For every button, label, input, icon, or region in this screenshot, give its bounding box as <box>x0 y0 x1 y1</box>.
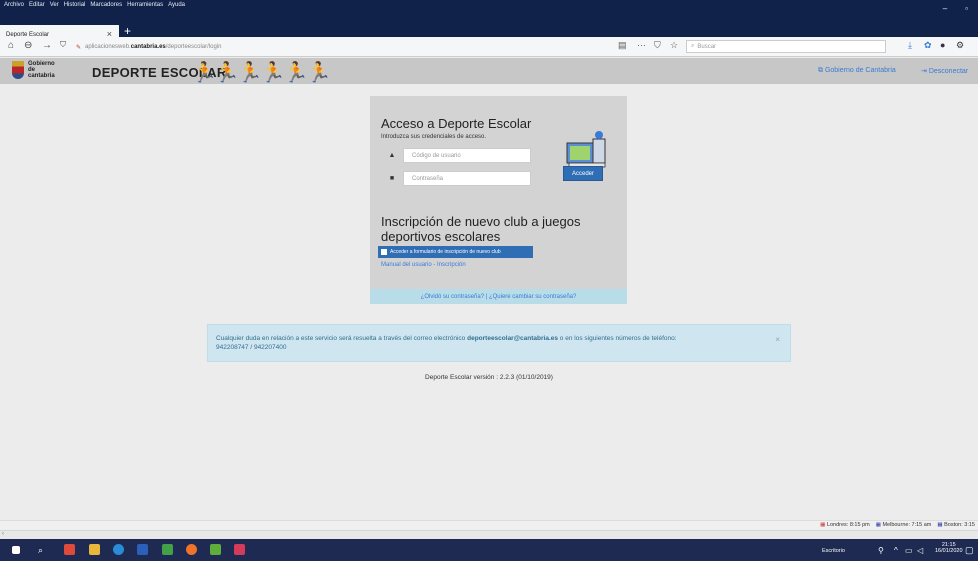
menu-marcadores[interactable]: Marcadores <box>90 2 122 8</box>
pocket-icon[interactable]: ⛉ <box>654 40 661 51</box>
download-icon[interactable]: ⤓ <box>908 40 912 51</box>
taskbar: ⌕ Escritorio ⚲ ^ ▭ ◁ 21:15 16/01/2020 ▢ <box>0 539 978 561</box>
network-icon[interactable]: ▭ <box>905 546 913 555</box>
runners-icon: 🏃🏃🏃🏃🏃🏃 <box>192 62 331 84</box>
url-field[interactable]: ✎ aplicacionesweb. cantabria.es/deportees… <box>76 40 366 54</box>
menu-historial[interactable]: Historial <box>64 2 86 8</box>
app-header: Gobierno de cantabria DEPORTE ESCOLAR 🏃🏃… <box>0 58 978 84</box>
manual-link[interactable]: Manual del usuario - Inscripción <box>381 262 466 268</box>
alert-text-after: o en los siguientes números de teléfono: <box>558 335 677 342</box>
alert-text: Cualquier duda en relación a este servic… <box>216 335 468 342</box>
navigation-bar: ⌂ ⊖ → ⛉ ✎ aplicacionesweb. cantabria.es/d… <box>0 37 978 57</box>
menu-ayuda[interactable]: Ayuda <box>168 2 185 8</box>
external-link-icon: ⧉ <box>818 67 823 74</box>
people-icon[interactable]: ⚲ <box>878 546 884 555</box>
reader-view-icon[interactable]: ▤ <box>618 40 627 51</box>
version-text: Deporte Escolar versión : 2.2.3 (01/10/2… <box>425 374 553 381</box>
lock-icon: ■ <box>389 175 395 182</box>
form-icon <box>381 249 387 255</box>
shield-icon[interactable]: ⛉ <box>60 40 66 50</box>
windows-start-icon[interactable] <box>12 546 20 554</box>
username-field: ▲ Código de usuario <box>381 148 531 163</box>
forward-icon[interactable]: → <box>42 40 52 51</box>
clock-melbourne: ▦ Melbourne: 7:15 am <box>875 522 932 528</box>
app-icon-red[interactable] <box>234 544 245 555</box>
volume-icon[interactable]: ◁ <box>917 546 923 555</box>
edge-icon[interactable] <box>113 544 124 555</box>
au-flag-icon: ▦ <box>875 522 881 528</box>
world-clocks: ▦ Londres: 8:15 pm ▦ Melbourne: 7:15 am … <box>820 522 975 528</box>
info-alert: Cualquier duda en relación a este servic… <box>207 324 791 362</box>
panel-footer: ¿Olvidó su contraseña? | ¿Quiere cambiar… <box>370 289 627 304</box>
menu-editar[interactable]: Editar <box>29 2 45 8</box>
us-flag-icon: ▦ <box>937 522 943 528</box>
notifications-icon[interactable]: ▢ <box>965 545 974 556</box>
new-tab-icon[interactable]: + <box>124 24 131 38</box>
app-icon-leaf[interactable] <box>210 544 221 555</box>
bookmark-star-icon[interactable]: ☆ <box>670 40 678 51</box>
inscripcion-button[interactable]: Acceder a formulario de inscripción de n… <box>378 246 533 258</box>
home-icon[interactable]: ⌂ <box>8 40 14 51</box>
search-icon[interactable]: ⌕ <box>38 545 43 556</box>
insecure-lock-icon: ✎ <box>76 44 82 51</box>
search-placeholder: Buscar <box>697 43 717 50</box>
horizontal-scrollbar[interactable]: ‹ <box>0 530 978 539</box>
url-path: /deporteescolar/login <box>165 44 222 50</box>
firefox-icon[interactable] <box>186 544 197 555</box>
url-domain: cantabria.es <box>130 44 166 50</box>
search-icon: ⌕ <box>691 43 695 49</box>
settings-icon[interactable]: ⚙ <box>956 40 964 51</box>
acceder-button[interactable]: Acceder <box>563 166 603 181</box>
gobierno-cantabria-logo[interactable]: Gobierno de cantabria <box>12 61 55 79</box>
tray-chevron-icon[interactable]: ^ <box>894 546 898 555</box>
clock-londres: ▦ Londres: 8:15 pm <box>820 522 870 528</box>
computer-icon <box>566 131 606 168</box>
password-input[interactable]: Contraseña <box>403 171 531 186</box>
login-panel: Acceso a Deporte Escolar Introduzca sus … <box>370 96 627 304</box>
user-icon: ▲ <box>388 152 396 159</box>
login-hint: Introduzca sus credenciales de acceso. <box>381 134 487 140</box>
desconectar-link[interactable]: ⇥ Desconectar <box>921 67 968 75</box>
menu-archivo[interactable]: Archivo <box>4 2 24 8</box>
password-field: ■ Contraseña <box>381 171 531 186</box>
menu-bar: Archivo Editar Ver Historial Marcadores … <box>0 0 978 10</box>
app-icon-green[interactable] <box>162 544 173 555</box>
forgot-password-link[interactable]: ¿Olvidó su contraseña? <box>421 294 484 300</box>
folder-icon[interactable] <box>89 544 100 555</box>
addon-icon[interactable]: ● <box>940 40 945 50</box>
signup-title: Inscripción de nuevo club a juegos depor… <box>381 214 581 244</box>
desktop-label[interactable]: Escritorio <box>822 548 845 554</box>
alert-phones: 942208747 / 942207400 <box>216 344 287 351</box>
extension-icon[interactable]: ✿ <box>924 40 932 51</box>
coat-of-arms-icon <box>12 61 24 79</box>
menu-ver[interactable]: Ver <box>50 2 59 8</box>
sign-out-icon: ⇥ <box>921 68 927 75</box>
gobierno-link[interactable]: ⧉ Gobierno de Cantabria <box>818 67 896 75</box>
login-title: Acceso a Deporte Escolar <box>381 116 532 131</box>
clock-boston: ▦ Boston: 3:15 <box>937 522 975 528</box>
scroll-left-icon[interactable]: ‹ <box>2 531 4 537</box>
gov-logo-text: Gobierno de cantabria <box>28 61 55 79</box>
menu-herramientas[interactable]: Herramientas <box>127 2 163 8</box>
change-password-link[interactable]: ¿Quiere cambiar su contraseña? <box>489 294 576 300</box>
word-icon[interactable] <box>137 544 148 555</box>
page-actions-icon[interactable]: ··· <box>637 40 646 50</box>
search-input[interactable]: ⌕ Buscar <box>686 40 886 53</box>
back-icon[interactable]: ⊖ <box>24 40 32 51</box>
app-icon-acrobat[interactable] <box>64 544 75 555</box>
username-input[interactable]: Código de usuario <box>403 148 531 163</box>
close-icon[interactable]: × <box>775 335 780 344</box>
tab-strip: Deporte Escolar × + <box>0 10 978 45</box>
status-bar: ▦ Londres: 8:15 pm ▦ Melbourne: 7:15 am … <box>0 520 978 530</box>
taskbar-clock[interactable]: 21:15 16/01/2020 <box>935 542 963 554</box>
alert-email[interactable]: deporteescolar@cantabria.es <box>467 335 558 342</box>
uk-flag-icon: ▦ <box>820 522 826 528</box>
url-prefix: aplicacionesweb. <box>85 44 131 50</box>
